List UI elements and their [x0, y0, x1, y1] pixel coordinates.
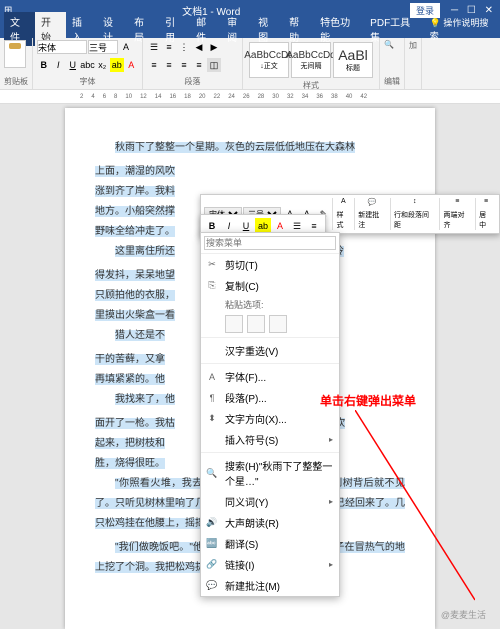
paste-options [201, 313, 339, 335]
menu-search[interactable]: 🔍搜索(H)"秋雨下了整整一个星…" [201, 455, 339, 491]
menu-hanzi[interactable]: 汉字重选(V) [201, 340, 339, 361]
group-addins: 加 [405, 38, 422, 89]
style-nospacing[interactable]: AaBbCcDd无间隔 [291, 42, 331, 78]
font-name-input[interactable] [37, 40, 87, 54]
tell-me[interactable]: 💡 操作说明搜索 [424, 16, 500, 42]
translate-icon: 🔤 [205, 538, 219, 549]
minimize-button[interactable]: ─ [451, 5, 458, 16]
underline-button[interactable]: U [66, 58, 80, 72]
group-styles: AaBbCcDd↓正文 AaBbCcDd无间隔 AaBl标题 样式 [243, 38, 380, 89]
cut-icon: ✂ [205, 259, 219, 270]
menu-translate[interactable]: 🔤翻译(S) [201, 533, 339, 554]
shading-icon[interactable]: ◫ [207, 58, 221, 72]
numbering-icon[interactable]: ≡ [162, 40, 176, 54]
group-paragraph: ☰ ≡ ⋮ ◀ ▶ ≡ ≡ ≡ ≡ ◫ 段落 [143, 38, 243, 89]
group-editing: 🔍 编辑 [380, 38, 405, 89]
menu-link[interactable]: 🔗链接(I)▸ [201, 554, 339, 575]
menu-copy[interactable]: ⎘复制(C) [201, 275, 339, 296]
mini-center[interactable]: ≡居中 [475, 198, 496, 230]
speaker-icon: 🔊 [205, 517, 219, 528]
group-clipboard: 剪贴板 [0, 38, 33, 89]
mini-justify[interactable]: ≡两端对齐 [439, 198, 474, 230]
bullets-icon[interactable]: ☰ [147, 40, 161, 54]
paste-button[interactable] [4, 40, 26, 68]
menu-insert-symbol[interactable]: 插入符号(S)▸ [201, 429, 339, 450]
paragraph-icon: ¶ [205, 393, 219, 403]
multilevel-icon[interactable]: ⋮ [177, 40, 191, 54]
grow-font-icon[interactable]: A [119, 40, 133, 54]
style-normal[interactable]: AaBbCcDd↓正文 [249, 42, 289, 78]
tutorial-annotation: 单击右键弹出菜单 [320, 392, 416, 409]
italic-button[interactable]: I [52, 58, 66, 72]
font-icon: A [205, 372, 219, 382]
indent-dec-icon[interactable]: ◀ [192, 40, 206, 54]
sub-button[interactable]: x₂ [96, 58, 110, 72]
ruler[interactable]: 24681012141618202224262830323436384042 [0, 90, 500, 104]
maximize-button[interactable]: ☐ [467, 5, 476, 16]
group-font: A B I U abc x₂ ab A 字体 [33, 38, 143, 89]
menu-font[interactable]: A字体(F)... [201, 366, 339, 387]
close-button[interactable]: ✕ [485, 5, 493, 16]
mini-spacing[interactable]: ↕行和段落间距 [390, 198, 439, 230]
paste-merge-icon[interactable] [247, 315, 265, 333]
style-heading[interactable]: AaBl标题 [333, 42, 373, 78]
strike-button[interactable]: abc [81, 58, 95, 72]
watermark: @麦麦生活 [441, 608, 486, 621]
justify-icon[interactable]: ≡ [192, 58, 206, 72]
direction-icon: ⬍ [205, 413, 219, 424]
bold-button[interactable]: B [37, 58, 51, 72]
align-left-icon[interactable]: ≡ [147, 58, 161, 72]
menu-search-input[interactable] [204, 236, 336, 250]
window-controls: ─ ☐ ✕ [448, 5, 496, 16]
menu-new-comment[interactable]: 💬新建批注(M) [201, 575, 339, 596]
paste-options-label: 粘贴选项: [201, 296, 339, 313]
menu-read-aloud[interactable]: 🔊大声朗读(R) [201, 512, 339, 533]
align-center-icon[interactable]: ≡ [162, 58, 176, 72]
comment-icon: 💬 [205, 580, 219, 591]
paste-text-only-icon[interactable] [269, 315, 287, 333]
highlight-button[interactable]: ab [110, 58, 124, 72]
menu-cut[interactable]: ✂剪切(T) [201, 254, 339, 275]
menu-synonyms[interactable]: 同义词(Y)▸ [201, 491, 339, 512]
link-icon: 🔗 [205, 559, 219, 570]
mini-styles[interactable]: A样式 [332, 198, 353, 230]
menu-paragraph[interactable]: ¶段落(P)... [201, 387, 339, 408]
arrow-icon [355, 410, 475, 610]
paste-keep-source-icon[interactable] [225, 315, 243, 333]
align-right-icon[interactable]: ≡ [177, 58, 191, 72]
context-menu: ✂剪切(T) ⎘复制(C) 粘贴选项: 汉字重选(V) A字体(F)... ¶段… [200, 232, 340, 597]
menu-text-direction[interactable]: ⬍文字方向(X)... [201, 408, 339, 429]
indent-inc-icon[interactable]: ▶ [207, 40, 221, 54]
font-size-input[interactable] [88, 40, 118, 54]
copy-icon: ⎘ [205, 280, 219, 291]
search-icon: 🔍 [205, 468, 219, 479]
mini-new-comment[interactable]: 💬新建批注 [354, 198, 389, 230]
font-color-button[interactable]: A [125, 58, 139, 72]
